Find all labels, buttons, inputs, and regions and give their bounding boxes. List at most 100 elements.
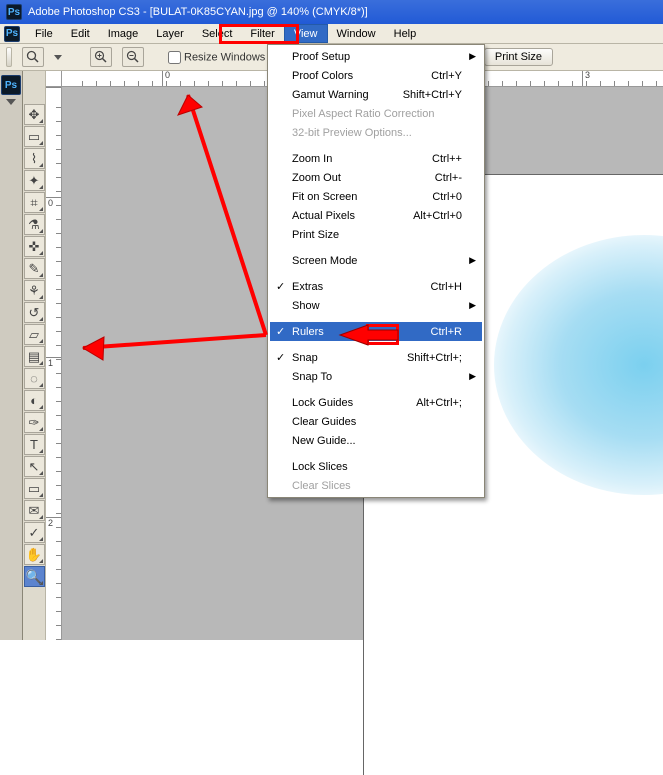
tool-brush[interactable]: ✎ <box>24 258 45 279</box>
menu-item-label: Actual Pixels <box>292 210 355 222</box>
menu-item-label: Lock Guides <box>292 397 353 409</box>
menu-item-label: Screen Mode <box>292 255 357 267</box>
tool-crop[interactable]: ⌗ <box>24 192 45 213</box>
menu-separator <box>272 453 480 454</box>
menu-item-lock-guides[interactable]: Lock Guides Alt+Ctrl+; <box>270 393 482 412</box>
menu-item-shortcut: Ctrl+- <box>421 172 462 184</box>
menu-item-label: Clear Guides <box>292 416 356 428</box>
menu-item-extras[interactable]: ✓ Extras Ctrl+H <box>270 277 482 296</box>
menu-item-label: Zoom In <box>292 153 332 165</box>
menu-separator <box>272 318 480 319</box>
tool-type[interactable]: T <box>24 434 45 455</box>
menu-item-show[interactable]: Show ▶ <box>270 296 482 315</box>
menu-item-proof-setup[interactable]: Proof Setup ▶ <box>270 47 482 66</box>
tool-blur[interactable]: ◌ <box>24 368 45 389</box>
menu-item-shortcut: Alt+Ctrl+0 <box>399 210 462 222</box>
menu-help[interactable]: Help <box>385 24 426 43</box>
menu-separator <box>272 145 480 146</box>
menu-item-label: New Guide... <box>292 435 356 447</box>
menu-item-snap-to[interactable]: Snap To▶ <box>270 367 482 386</box>
menu-item-new-guide[interactable]: New Guide... <box>270 431 482 450</box>
menu-item-proof-colors[interactable]: Proof ColorsCtrl+Y <box>270 66 482 85</box>
app-icon-small: Ps <box>4 26 20 42</box>
menu-item-label: Snap To <box>292 371 332 383</box>
tool-lasso[interactable]: ⌇ <box>24 148 45 169</box>
menu-item-print-size[interactable]: Print Size <box>270 225 482 244</box>
zoom-tool-icon[interactable] <box>22 47 44 67</box>
toolbox: ✥▭⌇✦⌗⚗✜✎⚘↺▱▤◌◐✑T↖▭✉✓✋🔍 <box>23 71 46 640</box>
menu-item-shortcut: Ctrl+H <box>417 281 462 293</box>
tool-notes[interactable]: ✉ <box>24 500 45 521</box>
menu-file[interactable]: File <box>26 24 62 43</box>
tool-shape[interactable]: ▭ <box>24 478 45 499</box>
tool-wand[interactable]: ✦ <box>24 170 45 191</box>
tool-stamp[interactable]: ⚘ <box>24 280 45 301</box>
menu-item-shortcut: Ctrl+R <box>417 326 462 338</box>
menu-item-label: Fit on Screen <box>292 191 357 203</box>
menu-item-label: Rulers <box>292 326 324 338</box>
zoom-in-icon[interactable] <box>90 47 112 67</box>
options-grip[interactable] <box>6 47 12 67</box>
tool-eyedropper[interactable]: ✓ <box>24 522 45 543</box>
menu-item-shortcut: Shift+Ctrl+Y <box>389 89 462 101</box>
tool-pen[interactable]: ✑ <box>24 412 45 433</box>
menu-item-label: Proof Setup <box>292 51 350 63</box>
tool-eraser[interactable]: ▱ <box>24 324 45 345</box>
check-icon: ✓ <box>276 280 285 293</box>
check-icon: ✓ <box>276 325 285 338</box>
menu-edit[interactable]: Edit <box>62 24 99 43</box>
print-size-button[interactable]: Print Size <box>484 48 553 66</box>
menu-item-lock-slices[interactable]: Lock Slices <box>270 457 482 476</box>
menu-item-label: Show <box>292 300 320 312</box>
tool-gradient[interactable]: ▤ <box>24 346 45 367</box>
menu-item-shortcut: Ctrl++ <box>418 153 462 165</box>
menu-item-shortcut: Ctrl+Y <box>417 70 462 82</box>
menu-item-clear-guides[interactable]: Clear Guides <box>270 412 482 431</box>
tool-marquee[interactable]: ▭ <box>24 126 45 147</box>
expand-arrow-icon[interactable] <box>6 99 16 105</box>
menu-item-label: Zoom Out <box>292 172 341 184</box>
menu-item-clear-slices: Clear Slices <box>270 476 482 495</box>
menu-item-zoom-out[interactable]: Zoom Out Ctrl+- <box>270 168 482 187</box>
tool-path-select[interactable]: ↖ <box>24 456 45 477</box>
zoom-out-icon[interactable] <box>122 47 144 67</box>
dropdown-arrow-icon[interactable] <box>54 55 62 60</box>
ruler-origin[interactable] <box>46 71 62 87</box>
tool-dodge[interactable]: ◐ <box>24 390 45 411</box>
menu-item-32-bit-preview-options: 32-bit Preview Options... <box>270 123 482 142</box>
menu-layer[interactable]: Layer <box>147 24 193 43</box>
tool-history-brush[interactable]: ↺ <box>24 302 45 323</box>
tool-zoom[interactable]: 🔍 <box>24 566 45 587</box>
menu-item-fit-on-screen[interactable]: Fit on Screen Ctrl+0 <box>270 187 482 206</box>
ps-badge-icon: Ps <box>1 75 21 95</box>
menu-item-screen-mode[interactable]: Screen Mode ▶ <box>270 251 482 270</box>
tool-move[interactable]: ✥ <box>24 104 45 125</box>
annotation-box-arrow <box>366 324 399 345</box>
menu-separator <box>272 389 480 390</box>
menu-item-label: Extras <box>292 281 323 293</box>
menu-item-actual-pixels[interactable]: Actual Pixels Alt+Ctrl+0 <box>270 206 482 225</box>
palette-well: Ps <box>0 71 23 640</box>
menu-item-shortcut: Ctrl+0 <box>418 191 462 203</box>
menu-image[interactable]: Image <box>99 24 148 43</box>
tool-healing[interactable]: ✜ <box>24 236 45 257</box>
menu-item-snap[interactable]: ✓ Snap Shift+Ctrl+; <box>270 348 482 367</box>
menu-item-label: Clear Slices <box>292 480 351 492</box>
submenu-arrow-icon: ▶ <box>469 300 476 311</box>
ruler-vertical[interactable]: 012 <box>46 87 62 640</box>
view-menu-dropdown: Proof Setup ▶ Proof ColorsCtrl+YGamut Warn… <box>267 44 485 498</box>
tool-slice[interactable]: ⚗ <box>24 214 45 235</box>
tool-hand[interactable]: ✋ <box>24 544 45 565</box>
menu-separator <box>272 247 480 248</box>
menu-item-shortcut: Shift+Ctrl+; <box>393 352 462 364</box>
menu-item-gamut-warning[interactable]: Gamut WarningShift+Ctrl+Y <box>270 85 482 104</box>
menu-item-zoom-in[interactable]: Zoom In Ctrl++ <box>270 149 482 168</box>
menu-item-label: Print Size <box>292 229 339 241</box>
menu-item-shortcut: Alt+Ctrl+; <box>402 397 462 409</box>
submenu-arrow-icon: ▶ <box>469 51 476 62</box>
menu-item-label: Snap <box>292 352 318 364</box>
menu-window[interactable]: Window <box>328 24 385 43</box>
check-icon: ✓ <box>276 351 285 364</box>
cyan-artwork <box>494 235 663 495</box>
submenu-arrow-icon: ▶ <box>469 255 476 266</box>
